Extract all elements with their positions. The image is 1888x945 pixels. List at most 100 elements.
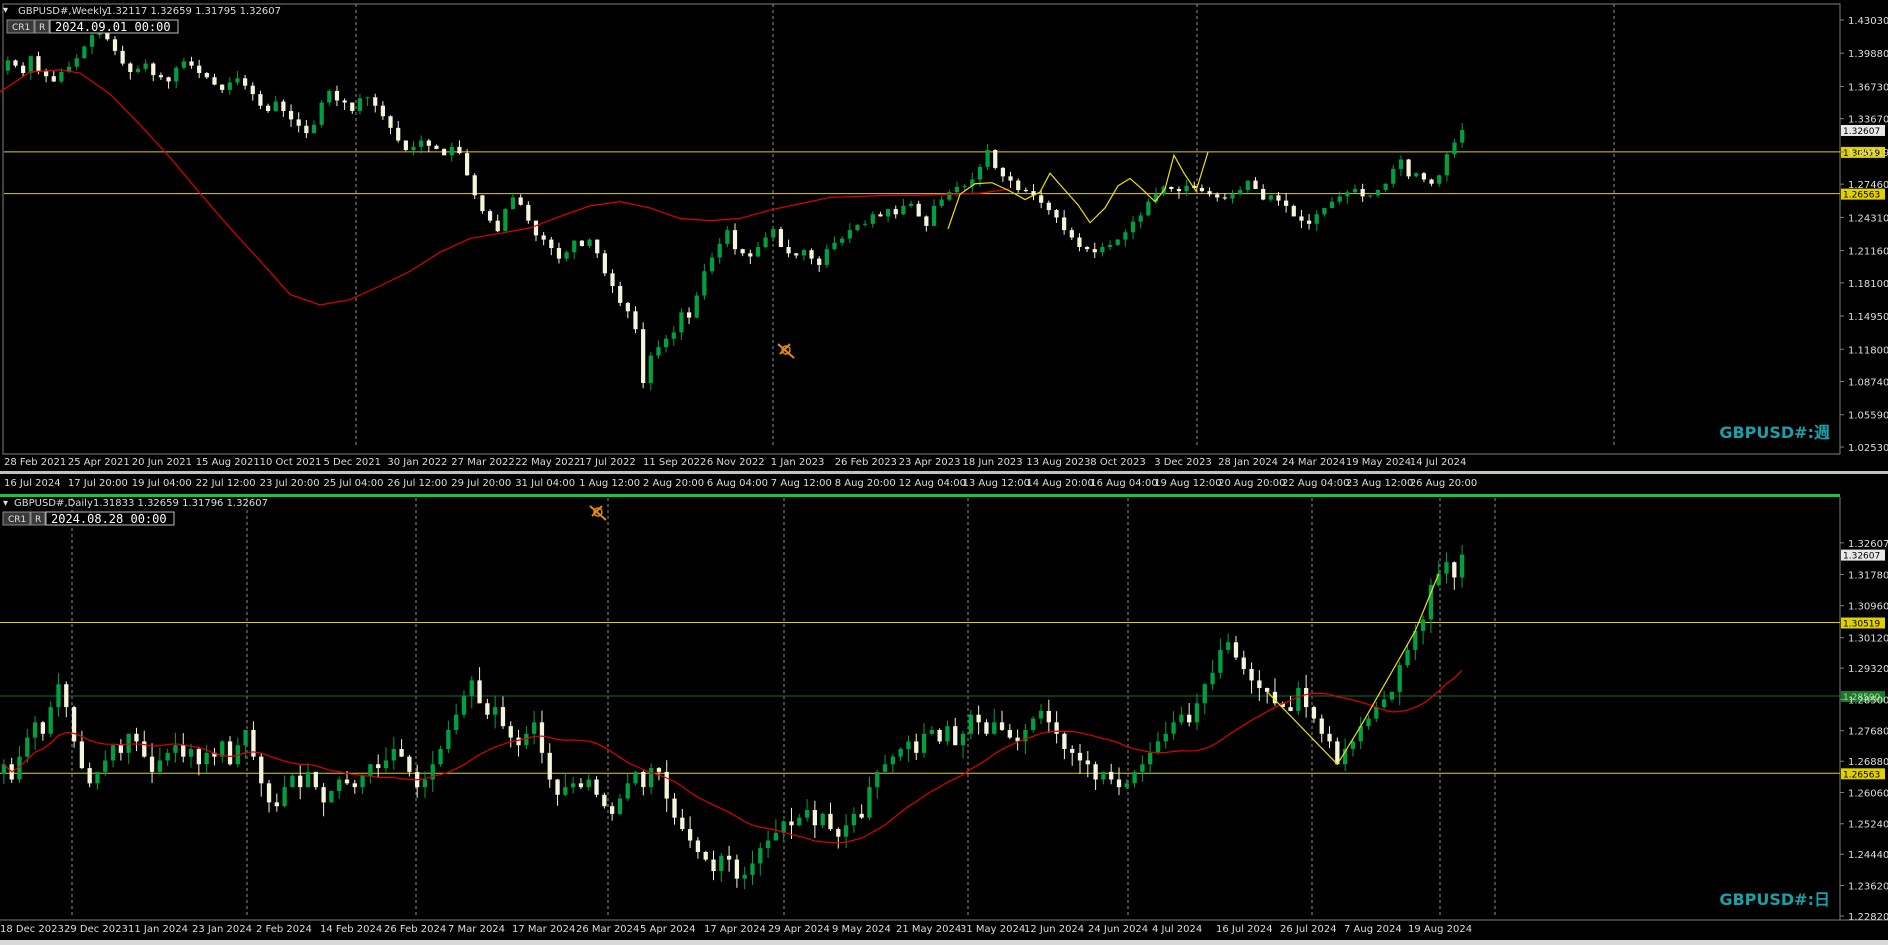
candle-body	[442, 148, 447, 156]
candle-body	[929, 729, 934, 734]
candle-body	[281, 101, 286, 111]
candle-body	[298, 775, 303, 788]
candle-body	[188, 749, 194, 757]
x-tick-label-lower: 31 Jul 04:00	[515, 478, 575, 489]
candle-body	[924, 216, 929, 226]
candle-body	[1276, 195, 1281, 201]
candle-body	[679, 312, 684, 333]
x-tick-label: 6 Nov 2022	[707, 457, 765, 468]
weekly-ohlc-values: 1.32117 1.32659 1.31795 1.32607	[106, 6, 281, 17]
chart-svg[interactable]: 1.30519 1.26563 1.32607 1.43030 1.39880 1.367…	[0, 0, 1888, 945]
candle-body	[28, 56, 33, 74]
candle-body	[457, 146, 462, 154]
candle-body	[165, 752, 170, 761]
candle-body	[446, 729, 451, 750]
candle-body	[13, 60, 18, 66]
x-tick-label: 26 Mar 2024	[576, 924, 639, 935]
candle-body	[1405, 649, 1410, 666]
x-tick-label: 3 Dec 2023	[1154, 457, 1212, 468]
daily-chart-panel[interactable]: 1.305191.265631.285901.326071.326071.317…	[0, 494, 1888, 935]
x-tick-label: 25 Apr 2021	[68, 457, 130, 468]
panel-separator[interactable]	[0, 471, 1888, 474]
candle-body	[1249, 668, 1254, 681]
candle-body	[391, 749, 396, 761]
candle-body	[564, 252, 569, 259]
y-tick-label: 1.23620	[1848, 882, 1888, 893]
candle-body	[1140, 764, 1145, 772]
candle-body	[1115, 239, 1120, 245]
candle-body	[1452, 562, 1457, 578]
candle-body	[976, 714, 981, 723]
candle-body	[1459, 554, 1465, 578]
candle-body	[579, 240, 585, 246]
candle-body	[74, 58, 79, 67]
weekly-horizontal-lines	[4, 151, 1840, 195]
candle-body	[342, 100, 347, 103]
candle-body	[477, 680, 482, 704]
candle-body	[914, 741, 919, 753]
candle-body	[403, 140, 408, 150]
candle-body	[947, 192, 952, 200]
candle-body	[149, 756, 155, 772]
candle-body	[1436, 573, 1441, 586]
candle-body	[1374, 707, 1379, 719]
daily-watermark: GBPUSD#:日	[1719, 890, 1830, 909]
candle-body	[503, 209, 508, 232]
candle-body	[368, 764, 373, 776]
candle-body	[1460, 129, 1465, 143]
chart-window[interactable]: 1.30519 1.26563 1.32607 1.43030 1.39880 1.367…	[0, 0, 1888, 945]
candle-body	[480, 195, 485, 212]
candle-body	[350, 102, 355, 111]
y-tick-label: 1.18100	[1848, 279, 1888, 290]
x-tick-label-lower: 14 Aug 20:00	[1026, 478, 1093, 489]
daily-ohlc-values: 1.31833 1.32659 1.31796 1.32607	[93, 498, 268, 509]
candle-body	[893, 209, 898, 215]
daily-candles	[1, 545, 1465, 890]
candle-body	[664, 338, 669, 348]
candle-body	[1184, 185, 1189, 192]
candle-body	[1148, 752, 1153, 765]
candle-body	[555, 779, 560, 795]
candle-body	[311, 124, 317, 134]
candle-body	[1093, 764, 1098, 780]
candle-body	[112, 39, 118, 51]
candle-body	[266, 783, 272, 803]
candle-body	[265, 105, 271, 111]
x-tick-label: 5 Dec 2021	[324, 457, 382, 468]
candle-body	[258, 94, 263, 106]
candle-body	[719, 855, 724, 872]
candle-body	[533, 220, 539, 236]
candle-body	[329, 790, 334, 803]
y-tick-label: 1.08740	[1848, 378, 1888, 389]
candle-body	[337, 779, 342, 791]
candle-body	[953, 726, 958, 746]
candle-body	[771, 229, 776, 238]
candle-body	[740, 249, 745, 254]
x-tick-label: 29 Apr 2024	[768, 924, 830, 935]
candle-body	[426, 140, 431, 146]
candle-body	[1176, 189, 1182, 192]
candle-body	[319, 102, 324, 125]
bottom-tab-strip[interactable]	[0, 940, 1888, 945]
candle-body	[5, 60, 10, 71]
candle-body	[118, 745, 124, 753]
candle-body	[79, 741, 85, 769]
daily-collapse-icon[interactable]: ▾	[3, 498, 8, 509]
candle-body	[388, 116, 393, 128]
candle-body	[434, 145, 439, 149]
candle-body	[1123, 232, 1128, 240]
x-tick-label: 17 Apr 2024	[704, 924, 766, 935]
x-tick-label: 22 May 2022	[515, 457, 580, 468]
candle-body	[143, 63, 148, 69]
x-tick-label: 30 Jan 2022	[387, 457, 447, 468]
candle-body	[1207, 191, 1212, 195]
candle-body	[680, 817, 685, 830]
candle-body	[1397, 665, 1402, 692]
weekly-collapse-icon[interactable]: ▾	[3, 5, 8, 16]
weekly-chart-panel[interactable]: 1.30519 1.26563 1.32607 1.43030 1.39880 1.367…	[0, 3, 1888, 489]
x-tick-label: 23 Apr 2023	[899, 457, 961, 468]
candle-body	[36, 56, 41, 71]
y-tick-label: 1.28500	[1848, 695, 1888, 706]
candle-body	[1352, 189, 1358, 193]
y-tick-label: 1.26060	[1848, 788, 1888, 799]
